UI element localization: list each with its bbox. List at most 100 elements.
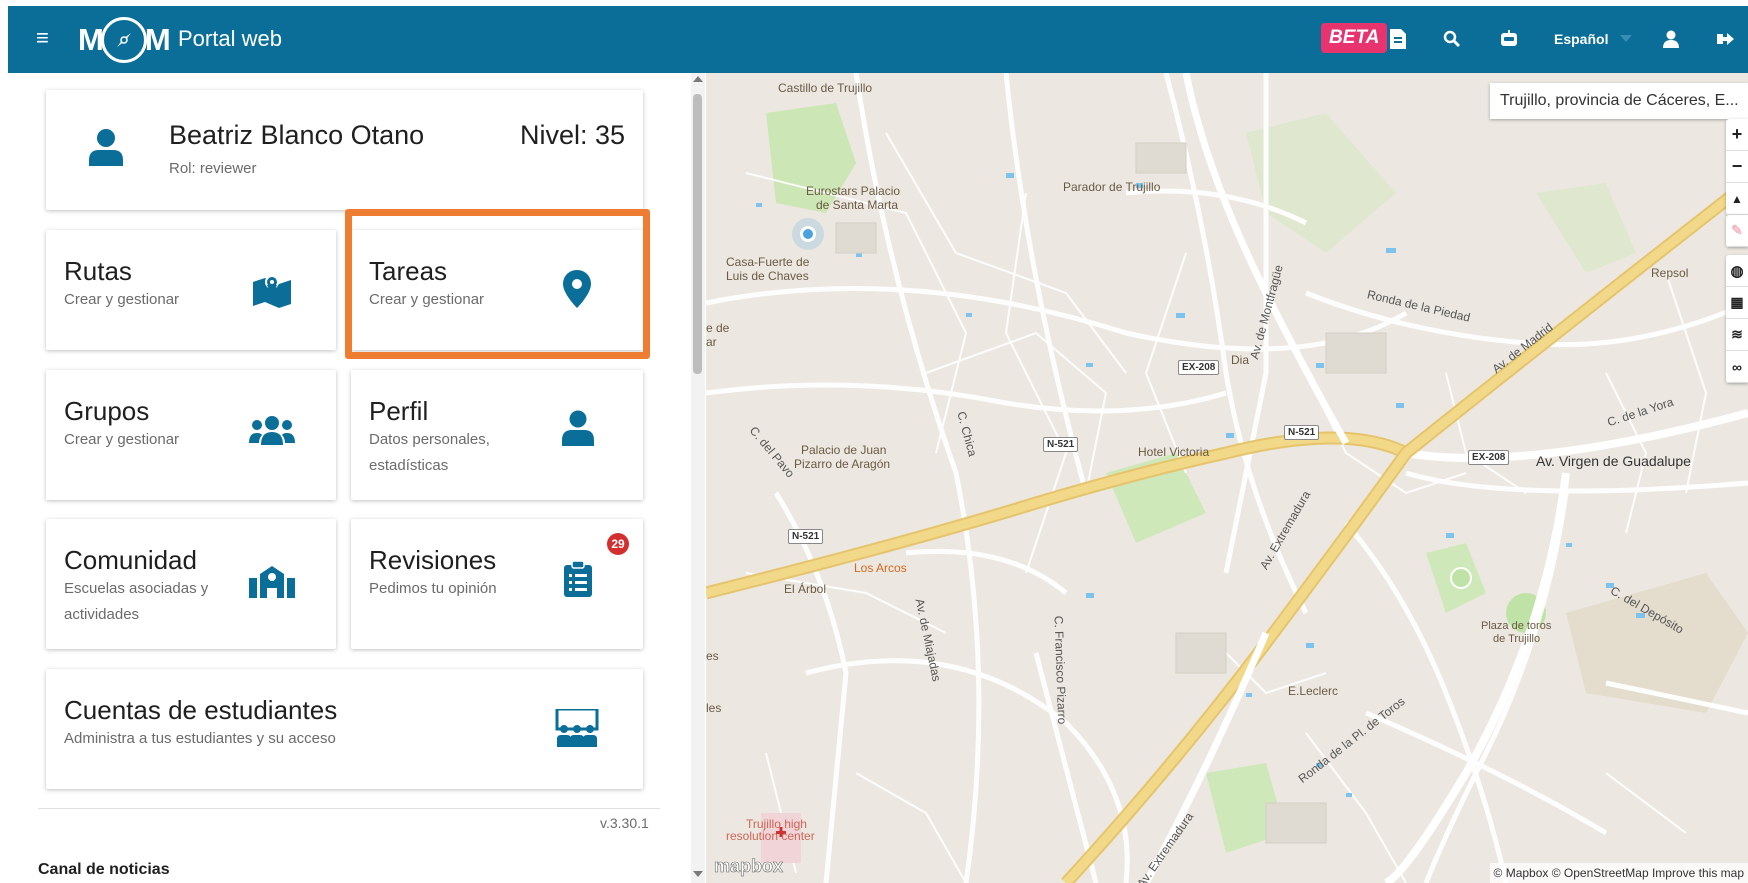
user-icon[interactable] [1658,26,1684,52]
card-subtitle: estadísticas [369,457,449,474]
map-label: Pizarro de Aragón [794,457,891,471]
classroom-icon [554,707,600,749]
hamburger-menu-icon[interactable]: ≡ [36,27,56,49]
card-subtitle: Escuelas asociadas y [64,580,209,597]
pencil-off-icon: ✎ [1731,222,1743,238]
map-label: de Santa Marta [816,198,899,212]
map-label: Castillo de Trujillo [778,81,873,95]
map-label: Luis de Chaves [726,269,809,283]
globe-icon: ◍ [1730,262,1744,280]
map-label: les [706,701,722,715]
card-subtitle: Crear y gestionar [64,431,180,448]
compass-icon [100,17,147,63]
globe-button[interactable]: ◍ [1726,255,1748,287]
top-app-bar: ≡ M M Portal web BETA Español [8,6,1748,73]
user-card: Beatriz Blanco Otano Rol: reviewer Nivel… [46,90,643,210]
map-route-icon [250,270,294,310]
map-label: resolution center [726,829,815,843]
card-title: Tareas [369,256,448,286]
mapbox-logo[interactable]: mapbox [714,856,784,877]
map-label: Casa-Fuerte de [726,255,810,269]
map-search-input[interactable]: Trujillo, provincia de Cáceres, E... [1490,83,1748,119]
rutas-card[interactable]: Rutas Crear y gestionar [46,230,336,350]
chat-bot-icon[interactable] [1496,26,1522,52]
logout-icon[interactable] [1713,26,1739,52]
user-name: Beatriz Blanco Otano [169,120,425,150]
zoom-out-button[interactable]: − [1726,151,1748,183]
divider [38,808,660,809]
school-icon [248,561,296,601]
search-icon[interactable] [1439,26,1465,52]
revisiones-card[interactable]: Revisiones Pedimos tu opinión 29 [351,519,643,649]
map-layer-controls: ◍ ▦ ≋ ∞ [1726,255,1748,383]
card-subtitle: Crear y gestionar [64,291,180,308]
no-draw-button[interactable]: ✎ [1726,215,1748,247]
beta-badge: BETA [1321,23,1388,53]
map-label: Av. Virgen de Guadalupe [1536,453,1691,469]
dashboard-panel: Beatriz Blanco Otano Rol: reviewer Nivel… [8,73,691,883]
road-shield: N-521 [788,529,824,544]
app-title: Portal web [178,26,282,51]
app-version: v.3.30.1 [600,815,649,831]
news-channel-heading: Canal de noticias [38,861,170,878]
map-label: Eurostars Palacio [806,184,901,198]
user-icon [86,127,126,167]
map-label: e de [706,321,730,335]
layers-icon: ≋ [1731,326,1743,342]
card-subtitle: Pedimos tu opinión [369,580,497,597]
user-role: Rol: reviewer [169,160,257,177]
perfil-card[interactable]: Perfil Datos personales, estadísticas [351,370,643,500]
card-title: Comunidad [64,545,197,575]
link-button[interactable]: ∞ [1726,351,1748,383]
logo-letter: M [144,22,171,57]
map-pin-icon [561,268,593,310]
card-subtitle: Administra a tus estudiantes y su acceso [64,730,336,747]
map-label: El Árbol [784,582,827,596]
logo-letter: M [78,22,104,57]
tareas-card[interactable]: Tareas Crear y gestionar [351,230,643,350]
scroll-up-arrow-icon[interactable] [693,76,703,82]
notification-count-badge: 29 [607,533,629,555]
map-label: es [706,649,719,663]
building-button[interactable]: ▦ [1726,287,1748,319]
users-group-icon [248,412,296,448]
card-subtitle: actividades [64,606,140,623]
map-draw-controls: ✎ [1726,215,1748,247]
card-title: Grupos [64,396,150,426]
user-level: Nivel: 35 [519,120,625,150]
scrollbar-thumb[interactable] [693,94,702,374]
mcm-logo[interactable]: M M [78,16,171,64]
chevron-down-icon[interactable] [1620,35,1632,42]
compass-button[interactable]: ▲ [1726,183,1748,215]
card-subtitle: Datos personales, [369,431,490,448]
document-icon[interactable] [1385,26,1411,52]
layers-button[interactable]: ≋ [1726,319,1748,351]
map-label: Hotel Victoria [1138,445,1210,459]
location-marker-icon [800,226,816,242]
road-shield: EX-208 [1468,450,1510,465]
scroll-down-arrow-icon[interactable] [693,871,703,877]
compass-arrow-icon: ▲ [1731,191,1743,206]
map-label: ar [706,335,717,349]
cuentas-estudiantes-card[interactable]: Cuentas de estudiantes Administra a tus … [46,669,643,789]
map-attribution[interactable]: © Mapbox © OpenStreetMap Improve this ma… [1489,863,1748,883]
comunidad-card[interactable]: Comunidad Escuelas asociadas y actividad… [46,519,336,649]
map-label: Repsol [1651,266,1689,280]
card-title: Perfil [369,396,429,426]
road-shield: EX-208 [1178,360,1220,375]
zoom-in-button[interactable]: + [1726,119,1748,151]
grupos-card[interactable]: Grupos Crear y gestionar [46,370,336,500]
map-label: de Trujillo [1493,633,1541,645]
card-title: Rutas [64,256,132,286]
map-label: Dia [1231,353,1250,367]
map-label: E.Leclerc [1288,684,1339,698]
clipboard-list-icon [563,559,593,599]
map-view[interactable]: Castillo de Trujillo Eurostars Palacio d… [706,73,1748,883]
map-label: Plaza de toros [1481,620,1552,632]
user-icon [561,408,595,448]
card-title: Revisiones [369,545,497,575]
building-icon: ▦ [1730,294,1744,310]
language-selector[interactable]: Español [1554,31,1608,47]
card-subtitle: Crear y gestionar [369,291,485,308]
map-navigation-controls: + − ▲ [1726,119,1748,215]
